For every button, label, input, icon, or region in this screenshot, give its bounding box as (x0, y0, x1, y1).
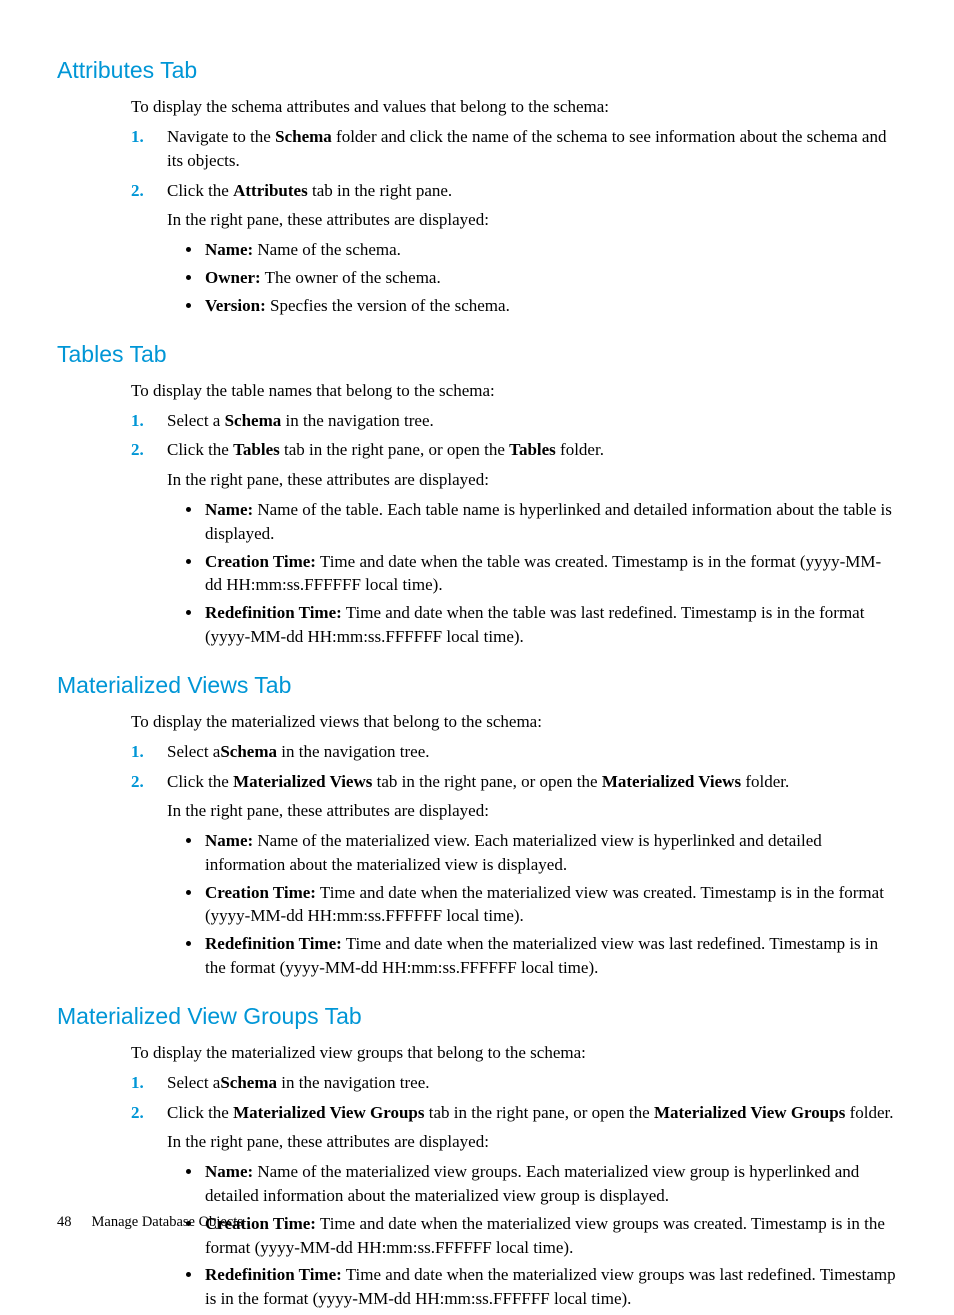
ordered-list: 1.Select a Schema in the navigation tree… (131, 409, 897, 653)
step-body: Click the Attributes tab in the right pa… (167, 179, 897, 322)
bullet-item: Name: Name of the schema. (203, 238, 897, 262)
bold-term: Name: (205, 831, 253, 850)
bold-term: Redefinition Time: (205, 934, 342, 953)
list-item: 2.Click the Materialized Views tab in th… (131, 770, 897, 984)
section-heading: Attributes Tab (57, 54, 897, 86)
bullet-item: Name: Name of the materialized view grou… (203, 1160, 897, 1208)
step-number: 1. (131, 740, 167, 764)
step-body: Navigate to the Schema folder and click … (167, 125, 897, 173)
step-text: Select aSchema in the navigation tree. (167, 1071, 897, 1095)
step-text: Navigate to the Schema folder and click … (167, 125, 897, 173)
section-intro: To display the materialized view groups … (131, 1041, 897, 1065)
bold-term: Schema (275, 127, 332, 146)
list-item: 1.Select aSchema in the navigation tree. (131, 740, 897, 764)
bullet-item: Creation Time: Time and date when the ta… (203, 550, 897, 598)
step-number: 1. (131, 125, 167, 173)
section-intro: To display the schema attributes and val… (131, 95, 897, 119)
bold-term: Attributes (233, 181, 308, 200)
step-number: 2. (131, 179, 167, 322)
step-text: Click the Attributes tab in the right pa… (167, 179, 897, 203)
bullet-list: Name: Name of the schema. Owner: The owne… (203, 238, 897, 317)
bullet-item: Redefinition Time: Time and date when th… (203, 601, 897, 649)
chapter-title: Manage Database Objects (92, 1212, 243, 1232)
bold-term: Schema (220, 742, 277, 761)
list-item: 2.Click the Attributes tab in the right … (131, 179, 897, 322)
bullet-list: Name: Name of the table. Each table name… (203, 498, 897, 649)
list-item: 1.Navigate to the Schema folder and clic… (131, 125, 897, 173)
step-text: Select a Schema in the navigation tree. (167, 409, 897, 433)
section-heading: Materialized Views Tab (57, 669, 897, 701)
step-number: 2. (131, 1101, 167, 1315)
bullet-item: Name: Name of the materialized view. Eac… (203, 829, 897, 877)
bold-term: Schema (220, 1073, 277, 1092)
section-heading: Materialized View Groups Tab (57, 1000, 897, 1032)
bullet-item: Creation Time: Time and date when the ma… (203, 881, 897, 929)
step-number: 2. (131, 438, 167, 652)
step-sub-intro: In the right pane, these attributes are … (167, 1130, 897, 1154)
step-text: Click the Materialized View Groups tab i… (167, 1101, 897, 1125)
step-sub-intro: In the right pane, these attributes are … (167, 799, 897, 823)
bold-term: Materialized View Groups (233, 1103, 424, 1122)
bullet-item: Redefinition Time: Time and date when th… (203, 932, 897, 980)
step-body: Select aSchema in the navigation tree. (167, 1071, 897, 1095)
step-body: Select aSchema in the navigation tree. (167, 740, 897, 764)
bold-term: Owner: (205, 268, 261, 287)
bold-term: Redefinition Time: (205, 603, 342, 622)
bold-term: Tables (509, 440, 556, 459)
list-item: 1.Select a Schema in the navigation tree… (131, 409, 897, 433)
bold-term: Materialized Views (602, 772, 741, 791)
bold-term: Schema (225, 411, 282, 430)
list-item: 2.Click the Tables tab in the right pane… (131, 438, 897, 652)
bullet-list: Name: Name of the materialized view grou… (203, 1160, 897, 1311)
section-intro: To display the table names that belong t… (131, 379, 897, 403)
step-sub-intro: In the right pane, these attributes are … (167, 468, 897, 492)
step-text: Select aSchema in the navigation tree. (167, 740, 897, 764)
bold-term: Materialized View Groups (654, 1103, 845, 1122)
page-content: Attributes Tab To display the schema attr… (57, 54, 897, 1315)
step-number: 1. (131, 1071, 167, 1095)
section-heading: Tables Tab (57, 338, 897, 370)
step-text: Click the Materialized Views tab in the … (167, 770, 897, 794)
step-number: 1. (131, 409, 167, 433)
bold-term: Name: (205, 500, 253, 519)
ordered-list: 1.Select aSchema in the navigation tree.… (131, 740, 897, 984)
step-number: 2. (131, 770, 167, 984)
ordered-list: 1.Navigate to the Schema folder and clic… (131, 125, 897, 322)
step-body: Select a Schema in the navigation tree. (167, 409, 897, 433)
bullet-item: Version: Specfies the version of the sch… (203, 294, 897, 318)
bold-term: Tables (233, 440, 280, 459)
section-intro: To display the materialized views that b… (131, 710, 897, 734)
bold-term: Creation Time: (205, 883, 316, 902)
bold-term: Redefinition Time: (205, 1265, 342, 1284)
bullet-list: Name: Name of the materialized view. Eac… (203, 829, 897, 980)
list-item: 2.Click the Materialized View Groups tab… (131, 1101, 897, 1315)
list-item: 1.Select aSchema in the navigation tree. (131, 1071, 897, 1095)
step-text: Click the Tables tab in the right pane, … (167, 438, 897, 462)
step-body: Click the Materialized Views tab in the … (167, 770, 897, 984)
bold-term: Creation Time: (205, 552, 316, 571)
page-number: 48 (57, 1212, 72, 1232)
bullet-item: Owner: The owner of the schema. (203, 266, 897, 290)
ordered-list: 1.Select aSchema in the navigation tree.… (131, 1071, 897, 1315)
step-body: Click the Materialized View Groups tab i… (167, 1101, 897, 1315)
page-footer: 48 Manage Database Objects (57, 1212, 243, 1232)
bullet-item: Creation Time: Time and date when the ma… (203, 1212, 897, 1260)
step-sub-intro: In the right pane, these attributes are … (167, 208, 897, 232)
bullet-item: Name: Name of the table. Each table name… (203, 498, 897, 546)
bold-term: Version: (205, 296, 266, 315)
bold-term: Materialized Views (233, 772, 372, 791)
bold-term: Name: (205, 1162, 253, 1181)
step-body: Click the Tables tab in the right pane, … (167, 438, 897, 652)
bold-term: Name: (205, 240, 253, 259)
